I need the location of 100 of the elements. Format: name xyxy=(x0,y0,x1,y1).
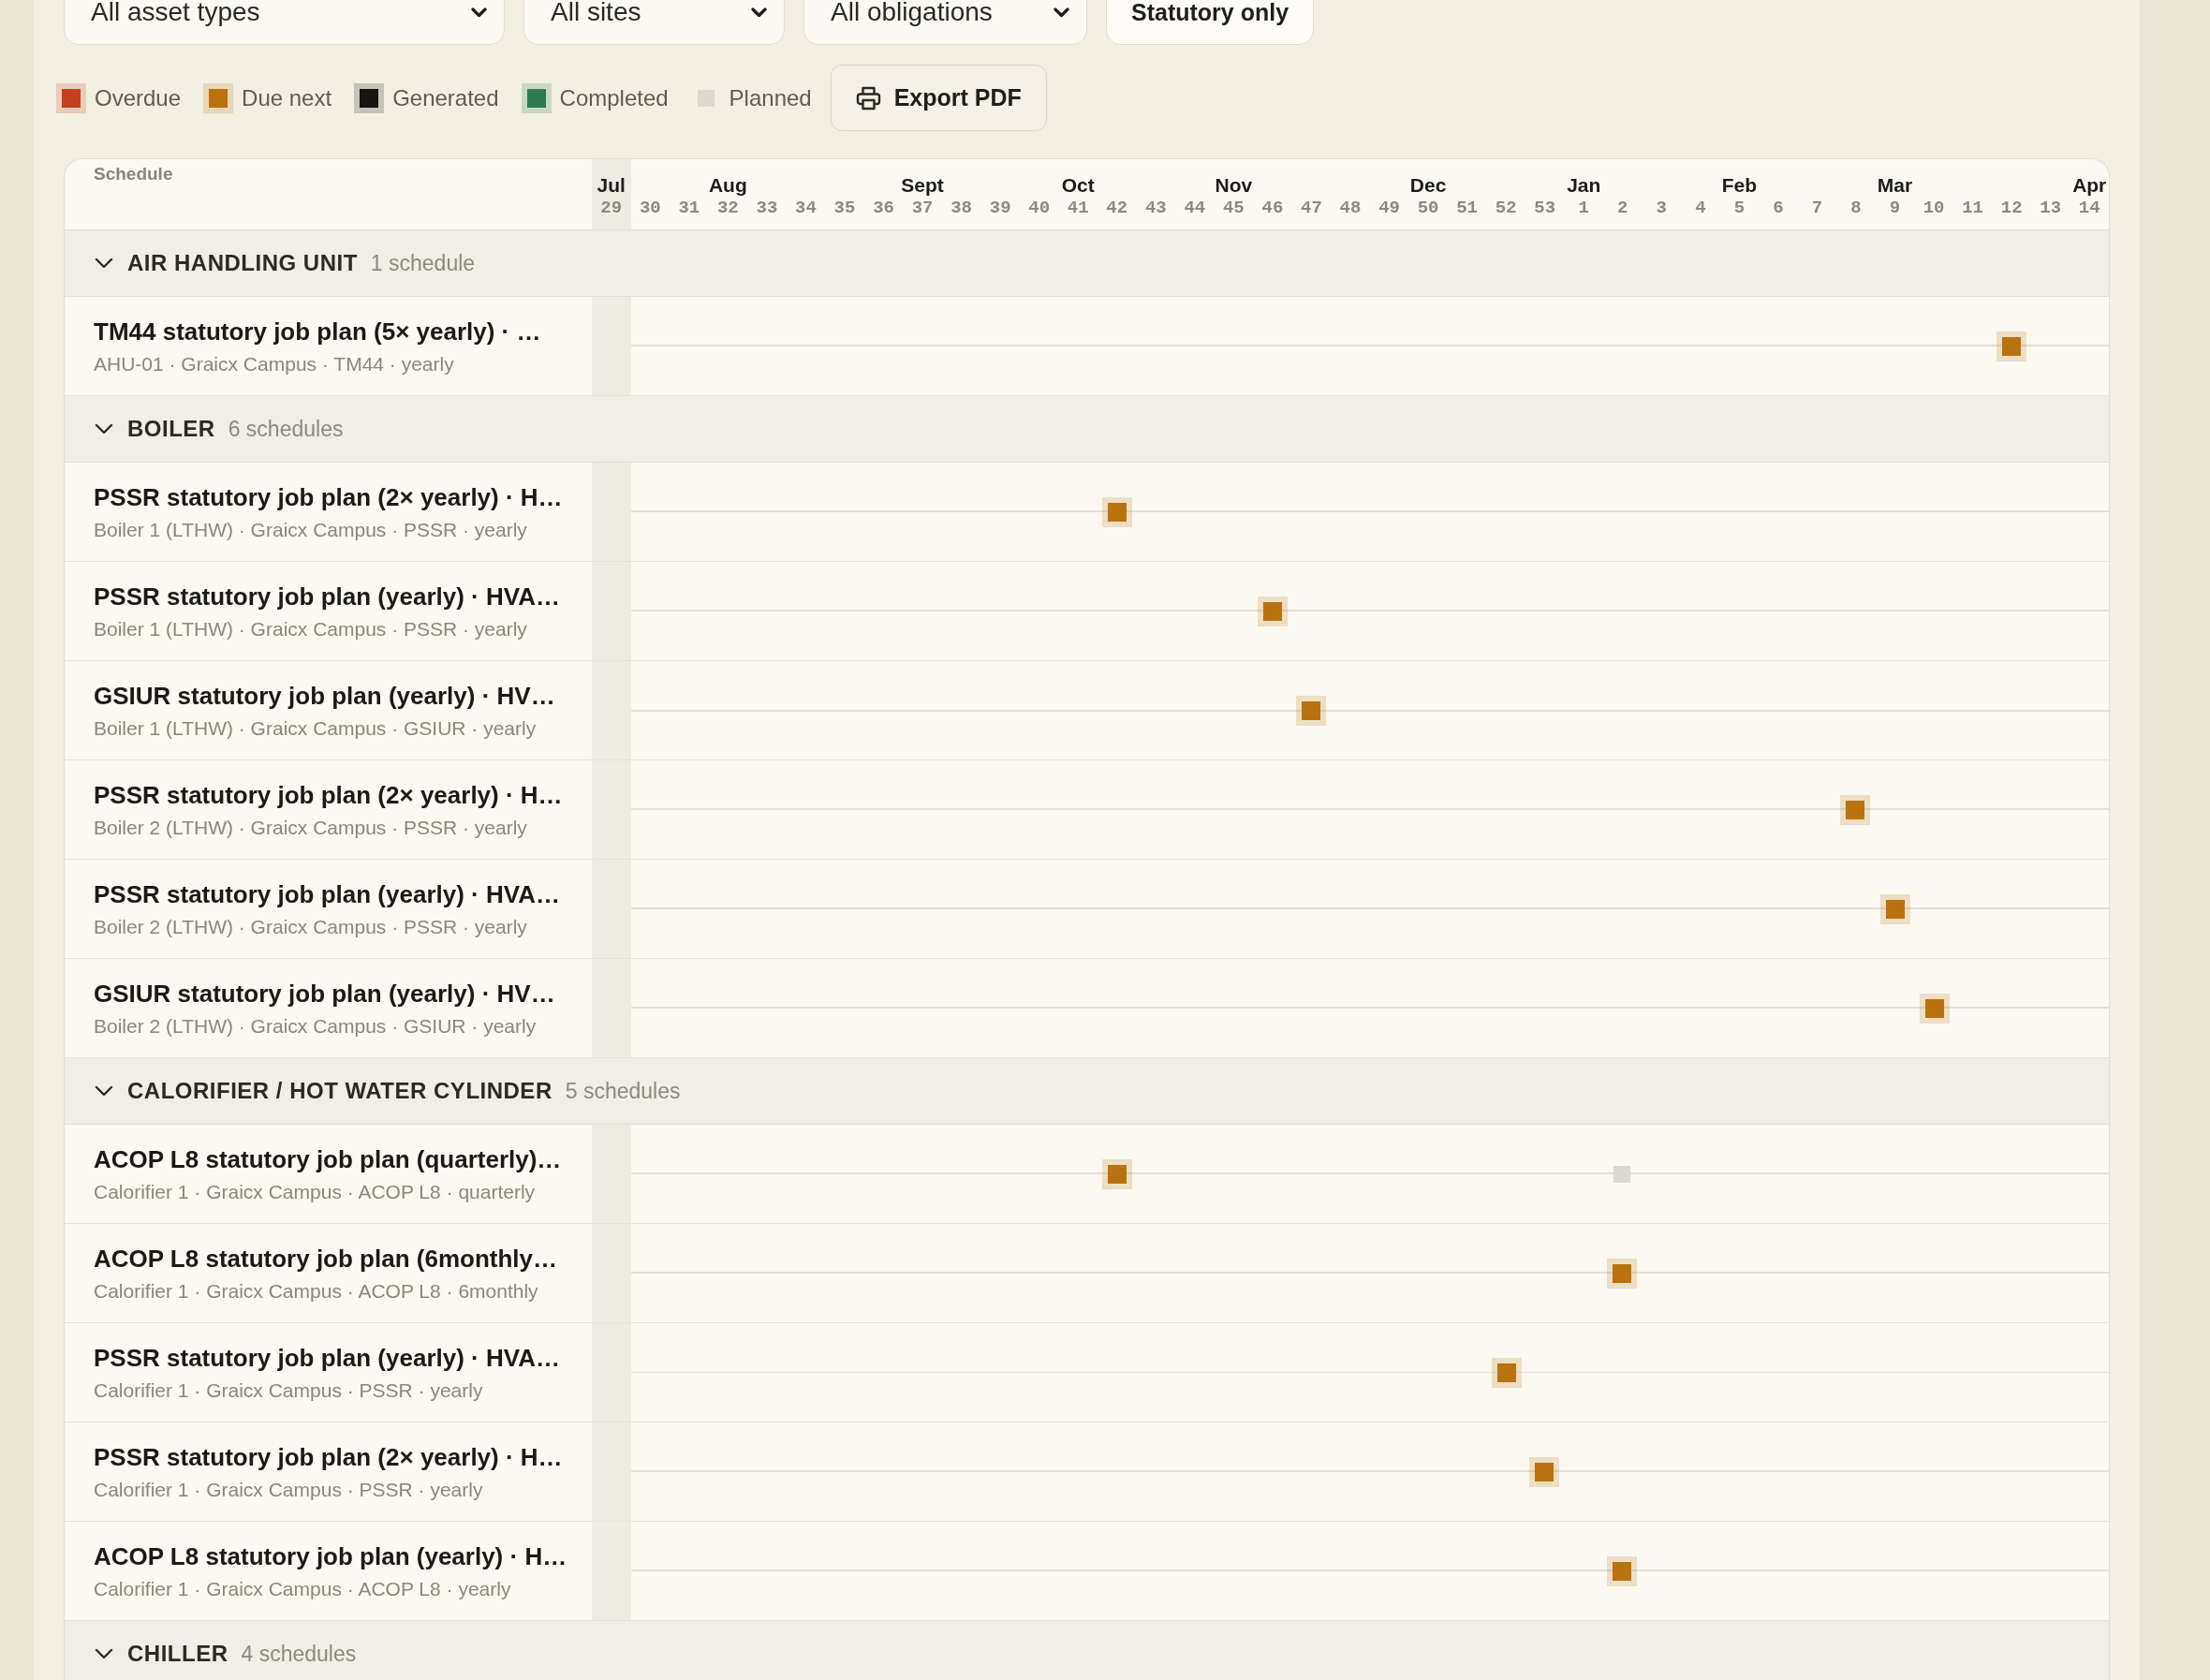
column-header: Schedule xyxy=(94,164,174,184)
group-label: CHILLER xyxy=(127,1641,228,1667)
schedule-title: PSSR statutory job plan (2× yearly) · H… xyxy=(94,481,564,512)
schedule-count: 5 schedules xyxy=(565,1078,681,1104)
schedule-details: Boiler 1 (LTHW) · Graicx Campus · PSSR · yearly xyxy=(94,616,528,641)
week-number: 46 xyxy=(1261,197,1284,219)
week-number: 2 xyxy=(1617,197,1628,219)
week-number: 51 xyxy=(1456,197,1478,219)
schedule-details: Calorifier 1 · Graicx Campus · ACOP L8 · 6monthly xyxy=(94,1278,539,1304)
chevron-down-icon[interactable] xyxy=(95,1085,113,1097)
filter-dropdown[interactable]: All sites xyxy=(523,0,785,45)
legend-label: Completed xyxy=(559,84,669,111)
week-number: 37 xyxy=(911,197,934,219)
schedule-count: 4 schedules xyxy=(241,1641,357,1667)
schedule-details: Boiler 2 (LTHW) · Graicx Campus · PSSR · yearly xyxy=(94,914,528,939)
week-number: 36 xyxy=(873,197,894,219)
filter-dropdown[interactable]: All obligations xyxy=(803,0,1087,45)
week-number: 41 xyxy=(1067,197,1089,219)
schedule-details: AHU-01 · Graicx Campus · TM44 · yearly xyxy=(94,351,455,376)
schedule-title: PSSR statutory job plan (2× yearly) · H… xyxy=(94,1441,564,1472)
chevron-down-icon[interactable] xyxy=(95,258,113,269)
chevron-down-icon[interactable] xyxy=(95,423,113,435)
week-number: 10 xyxy=(1923,197,1945,219)
week-number: 33 xyxy=(756,197,778,219)
week-number: 8 xyxy=(1850,197,1862,219)
legend-label: Due next xyxy=(242,84,332,111)
week-number: 13 xyxy=(2040,197,2062,219)
week-number: 53 xyxy=(1534,197,1556,219)
week-number: 40 xyxy=(1028,197,1051,219)
week-number: 32 xyxy=(716,197,739,219)
week-number: 39 xyxy=(989,197,1011,219)
schedule-details: Boiler 2 (LTHW) · Graicx Campus · GSIUR · yearly xyxy=(94,1013,538,1039)
schedule-title: PSSR statutory job plan (yearly) · HVA… xyxy=(94,1342,561,1373)
week-number: 38 xyxy=(950,197,972,219)
week-number: 12 xyxy=(2000,197,2023,219)
export-pdf-button[interactable]: Export PDF xyxy=(830,65,1047,131)
week-number: 49 xyxy=(1378,197,1400,219)
month-label: Mar xyxy=(1877,173,1913,197)
week-number: 6 xyxy=(1773,197,1784,219)
month-label: Apr xyxy=(2072,173,2107,197)
schedule-details: Calorifier 1 · Graicx Campus · ACOP L8 · yearly xyxy=(94,1576,512,1601)
week-number: 52 xyxy=(1495,197,1517,219)
filter-dropdown[interactable]: All asset types xyxy=(64,0,505,45)
month-label: Nov xyxy=(1215,173,1253,197)
week-number: 5 xyxy=(1733,197,1746,219)
month-label: Aug xyxy=(708,173,747,197)
week-number: 9 xyxy=(1889,197,1901,219)
legend-label: Planned xyxy=(729,84,812,111)
week-number: 7 xyxy=(1811,197,1823,219)
week-number: 31 xyxy=(678,197,700,219)
schedule-details: Calorifier 1 · Graicx Campus · PSSR · yearly xyxy=(94,1378,484,1403)
week-number: 50 xyxy=(1417,197,1439,219)
schedule-details: Calorifier 1 · Graicx Campus · ACOP L8 · quarterly xyxy=(94,1179,537,1204)
week-number: 3 xyxy=(1656,197,1667,219)
week-number: 42 xyxy=(1106,197,1128,219)
schedule-title: TM44 statutory job plan (5× yearly) · … xyxy=(94,316,542,346)
legend-label: Generated xyxy=(392,84,499,111)
week-number: 30 xyxy=(639,197,661,219)
week-number: 45 xyxy=(1222,197,1245,219)
group-header-row[interactable]: CHILLER 4 schedules xyxy=(65,1621,2109,1680)
week-number: 14 xyxy=(2078,197,2100,219)
schedule-title: PSSR statutory job plan (2× yearly) · H… xyxy=(94,779,564,810)
month-label: Sept xyxy=(901,173,944,197)
filter-toggle[interactable]: Statutory only xyxy=(1106,0,1315,45)
schedule-title: PSSR statutory job plan (yearly) · HVA… xyxy=(94,878,561,909)
week-number: 44 xyxy=(1184,197,1206,219)
schedule-count: 1 schedule xyxy=(370,250,476,276)
schedule-title: GSIUR statutory job plan (yearly) · HV… xyxy=(94,680,556,711)
legend-label: Overdue xyxy=(95,84,182,111)
group-header-row[interactable]: BOILER 6 schedules xyxy=(65,396,2109,463)
schedule-details: Boiler 1 (LTHW) · Graicx Campus · PSSR · yearly xyxy=(94,517,528,542)
week-number: 11 xyxy=(1962,197,1983,219)
month-label: Jul xyxy=(597,173,626,197)
schedule-title: PSSR statutory job plan (yearly) · HVA… xyxy=(94,581,561,612)
group-header-row[interactable]: AIR HANDLING UNIT 1 schedule xyxy=(65,230,2109,297)
week-number: 1 xyxy=(1578,197,1589,219)
month-label: Oct xyxy=(1061,173,1095,197)
group-label: BOILER xyxy=(127,416,215,442)
schedule-details: Boiler 2 (LTHW) · Graicx Campus · PSSR · yearly xyxy=(94,815,528,840)
schedule-count: 6 schedules xyxy=(228,416,344,442)
schedule-title: GSIUR statutory job plan (yearly) · HV… xyxy=(94,978,556,1009)
week-number: 4 xyxy=(1695,197,1706,219)
week-number: 48 xyxy=(1339,197,1362,219)
week-number: 43 xyxy=(1144,197,1167,219)
schedule-title: ACOP L8 statutory job plan (yearly) · H… xyxy=(94,1540,568,1571)
schedule-details: Calorifier 1 · Graicx Campus · PSSR · yearly xyxy=(94,1477,484,1502)
group-label: CALORIFIER / HOT WATER CYLINDER xyxy=(127,1078,552,1104)
month-label: Dec xyxy=(1409,173,1447,197)
week-number: 47 xyxy=(1301,197,1322,219)
schedule-title: ACOP L8 statutory job plan (quarterly)… xyxy=(94,1143,563,1174)
schedule-title: ACOP L8 statutory job plan (6monthly… xyxy=(94,1243,558,1274)
printer-icon xyxy=(855,85,881,111)
group-header-row[interactable]: CALORIFIER / HOT WATER CYLINDER 5 schedules xyxy=(65,1058,2109,1125)
week-number: 29 xyxy=(600,197,623,219)
chevron-down-icon xyxy=(751,7,767,18)
month-label: Feb xyxy=(1721,173,1758,197)
week-number: 35 xyxy=(833,197,856,219)
chevron-down-icon xyxy=(471,7,487,18)
chevron-down-icon[interactable] xyxy=(95,1648,113,1659)
group-label: AIR HANDLING UNIT xyxy=(127,250,358,276)
